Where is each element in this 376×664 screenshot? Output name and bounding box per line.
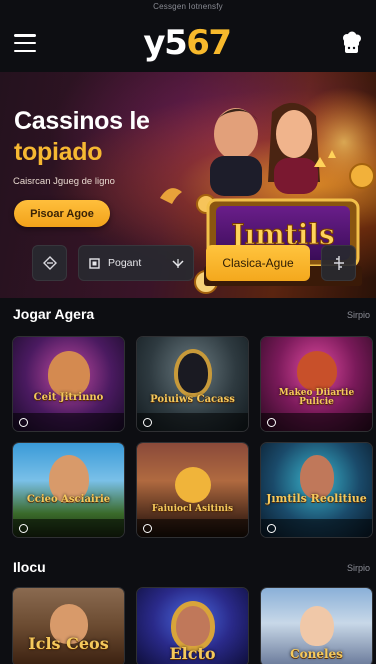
top-bar: y567 xyxy=(0,14,376,72)
game-title: Ccieo Asciairie xyxy=(26,494,111,505)
game-title: Poiuiws Cacass xyxy=(150,394,235,405)
hero-title-line1: Cassinos le xyxy=(14,107,150,135)
hero-subtitle: Caisrcan Jgueg de ligno xyxy=(13,176,115,187)
game-tile-4[interactable]: Ccieo Asciairie xyxy=(12,442,125,538)
game-character xyxy=(175,606,210,646)
control-dropdown-label: Pogant xyxy=(108,257,142,269)
hero-title-line2: topiado xyxy=(14,138,103,167)
control-a-button[interactable] xyxy=(32,245,67,281)
game-character xyxy=(177,353,208,393)
section-jogar-header: Jogar Agera Sirpio xyxy=(0,306,376,326)
section-ilocu-title: Ilocu xyxy=(13,559,46,575)
game-title: Makeo Diiartie Pulicie xyxy=(278,388,355,408)
section-ilocu-header: Ilocu Sirpio xyxy=(0,559,376,579)
game-tile-2[interactable]: Poiuiws Cacass xyxy=(136,336,249,432)
plus-split-icon xyxy=(333,256,344,270)
section-ilocu-more-link[interactable]: Sirpio xyxy=(347,563,370,573)
game-footer xyxy=(13,519,124,537)
section-jogar-more-link[interactable]: Sirpio xyxy=(347,310,370,320)
control-dropdown[interactable]: Pogant xyxy=(78,245,194,281)
primary-action-button[interactable]: Clasica-Ague xyxy=(206,245,310,281)
game-tile-1[interactable]: Ceit Jitrinno xyxy=(12,336,125,432)
hero-controls: Pogant Clasica-Ague xyxy=(0,245,376,285)
game-tile-6[interactable]: Jımtils Reolitiue xyxy=(260,442,373,538)
game-badge-icon xyxy=(267,524,276,533)
game-title: Faiuiocl Asitinis xyxy=(151,504,234,514)
hero-play-button[interactable]: Pisoar Agoe xyxy=(14,200,110,227)
game-footer xyxy=(137,519,248,537)
game-badge-icon xyxy=(143,418,152,427)
game-character xyxy=(296,351,337,391)
game-badge-icon xyxy=(267,418,276,427)
hamburger-icon xyxy=(14,34,36,37)
hamburger-line xyxy=(14,49,36,52)
game-title: Coneles xyxy=(290,647,343,661)
game-footer xyxy=(261,519,372,537)
section-jogar-title: Jogar Agera xyxy=(13,306,95,322)
hero-banner[interactable]: Jımtils Cassinos le topiado Caisrcan Jgu… xyxy=(0,72,376,298)
brand-logo[interactable]: y567 xyxy=(143,23,232,63)
game-tile-3[interactable]: Makeo Diiartie Pulicie xyxy=(260,336,373,432)
logo-white-text: y5 xyxy=(143,23,187,63)
game-character xyxy=(47,351,90,397)
game-badge-icon xyxy=(19,418,28,427)
chevron-down-icon xyxy=(172,259,184,268)
game-title: Elcto xyxy=(169,644,216,663)
game-tile-9[interactable]: Coneles xyxy=(260,587,373,664)
logo-yellow-text: 67 xyxy=(186,23,232,63)
diamond-arrow-icon xyxy=(42,256,57,270)
game-title: Jımtils Reolitiue xyxy=(266,492,367,505)
game-tile-7[interactable]: Icls Ceos xyxy=(12,587,125,664)
hamburger-line xyxy=(14,41,36,45)
game-footer xyxy=(137,413,248,431)
user-button[interactable] xyxy=(338,30,364,56)
hero-title: Cassinos le topiado xyxy=(14,106,150,169)
status-bar: Cessgen Iotnensfy xyxy=(153,2,223,11)
game-tile-5[interactable]: Faiuiocl Asitinis xyxy=(136,442,249,538)
game-character xyxy=(299,606,334,646)
square-icon xyxy=(89,257,100,269)
game-badge-icon xyxy=(19,524,28,533)
game-badge-icon xyxy=(143,524,152,533)
game-character xyxy=(174,467,211,503)
game-tile-8[interactable]: Elcto xyxy=(136,587,249,664)
game-title: Icls Ceos xyxy=(28,634,109,653)
game-footer xyxy=(261,413,372,431)
control-d-button[interactable] xyxy=(321,245,356,281)
menu-button[interactable] xyxy=(14,34,36,52)
game-footer xyxy=(13,413,124,431)
user-chef-icon xyxy=(343,31,361,53)
game-title: Ceit Jitrinno xyxy=(33,392,104,403)
